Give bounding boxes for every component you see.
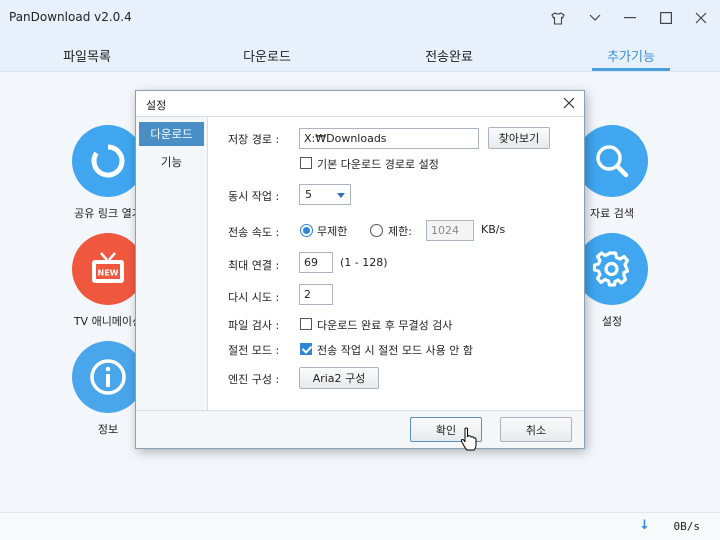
speed-label: 전송 속도 : <box>228 226 280 239</box>
tab-completed[interactable]: 전송완료 <box>404 46 494 65</box>
default-path-checkbox[interactable] <box>300 157 312 169</box>
dialog-title: 설정 <box>146 99 167 112</box>
sidebar-item-download[interactable]: 다운로드 <box>139 122 204 146</box>
concurrent-select[interactable]: 5 <box>299 184 351 205</box>
max-connections-input[interactable]: 69 <box>299 252 333 273</box>
speed-limited-radio[interactable] <box>370 224 383 237</box>
settings-dialog: 설정 다운로드 기능 저장 경로 : X:₩Downloads 찾아보기 기본 … <box>135 90 585 451</box>
search-icon <box>576 125 648 197</box>
active-tab-indicator <box>592 68 670 71</box>
speed-unit-label: KB/s <box>481 223 506 236</box>
tv-icon: NEW <box>72 233 144 305</box>
chevron-down-icon <box>337 193 345 198</box>
power-mode-label: 절전 모드 : <box>228 344 280 357</box>
concurrent-label: 동시 작업 : <box>228 190 280 203</box>
speed-unlimited-radio[interactable] <box>300 224 313 237</box>
speed-limited-label: 제한: <box>388 225 412 238</box>
default-path-checkbox-label: 기본 다운로드 경로로 설정 <box>317 158 439 171</box>
status-bar: ↓ 0B/s <box>0 512 720 540</box>
info-icon <box>72 341 144 413</box>
retry-label: 다시 시도 : <box>228 291 280 304</box>
tab-extra-features[interactable]: 추가기능 <box>586 46 676 65</box>
hand-cursor-icon <box>460 427 477 451</box>
maximize-icon[interactable] <box>654 6 678 30</box>
file-check-checkbox[interactable] <box>300 318 312 330</box>
file-check-label: 파일 검사 : <box>228 319 280 332</box>
aria2-config-button[interactable]: Aria2 구성 <box>299 367 379 389</box>
download-arrow-icon: ↓ <box>639 518 650 533</box>
skin-icon[interactable] <box>546 6 570 30</box>
max-connections-label: 최대 연결 : <box>228 259 280 272</box>
retry-input[interactable]: 2 <box>299 284 333 305</box>
title-bar: PanDownload v2.0.4 <box>0 0 720 36</box>
app-title: PanDownload v2.0.4 <box>9 10 132 24</box>
save-path-label: 저장 경로 : <box>228 133 280 146</box>
tab-downloads[interactable]: 다운로드 <box>222 46 312 65</box>
download-speed: 0B/s <box>673 520 701 533</box>
minimize-icon[interactable] <box>618 6 642 30</box>
speed-limit-input[interactable]: 1024 <box>426 220 474 241</box>
save-path-input[interactable]: X:₩Downloads <box>299 128 479 149</box>
gear-icon <box>576 233 648 305</box>
dialog-footer: 확인 취소 <box>136 410 584 448</box>
dialog-close-icon[interactable] <box>560 94 578 112</box>
cancel-button[interactable]: 취소 <box>500 417 572 442</box>
close-icon[interactable] <box>689 6 713 30</box>
share-link-icon <box>72 125 144 197</box>
max-connections-range: (1 - 128) <box>340 256 388 269</box>
settings-sidebar: 다운로드 기능 <box>136 117 208 410</box>
power-mode-checkbox[interactable] <box>300 343 312 355</box>
file-check-checkbox-label: 다운로드 완료 후 무결성 검사 <box>317 319 453 332</box>
sidebar-item-features[interactable]: 기능 <box>139 150 204 174</box>
power-mode-checkbox-label: 전송 작업 시 절전 모드 사용 안 함 <box>317 344 474 357</box>
chevron-down-icon[interactable] <box>583 6 607 30</box>
speed-unlimited-label: 무제한 <box>317 225 348 238</box>
concurrent-value: 5 <box>305 188 312 201</box>
svg-text:NEW: NEW <box>98 269 119 278</box>
engine-label: 엔진 구성 : <box>228 373 280 386</box>
tab-bar: 파일목록 다운로드 전송완료 추가기능 <box>0 36 720 72</box>
browse-button[interactable]: 찾아보기 <box>488 127 550 149</box>
tab-file-list[interactable]: 파일목록 <box>42 46 132 65</box>
